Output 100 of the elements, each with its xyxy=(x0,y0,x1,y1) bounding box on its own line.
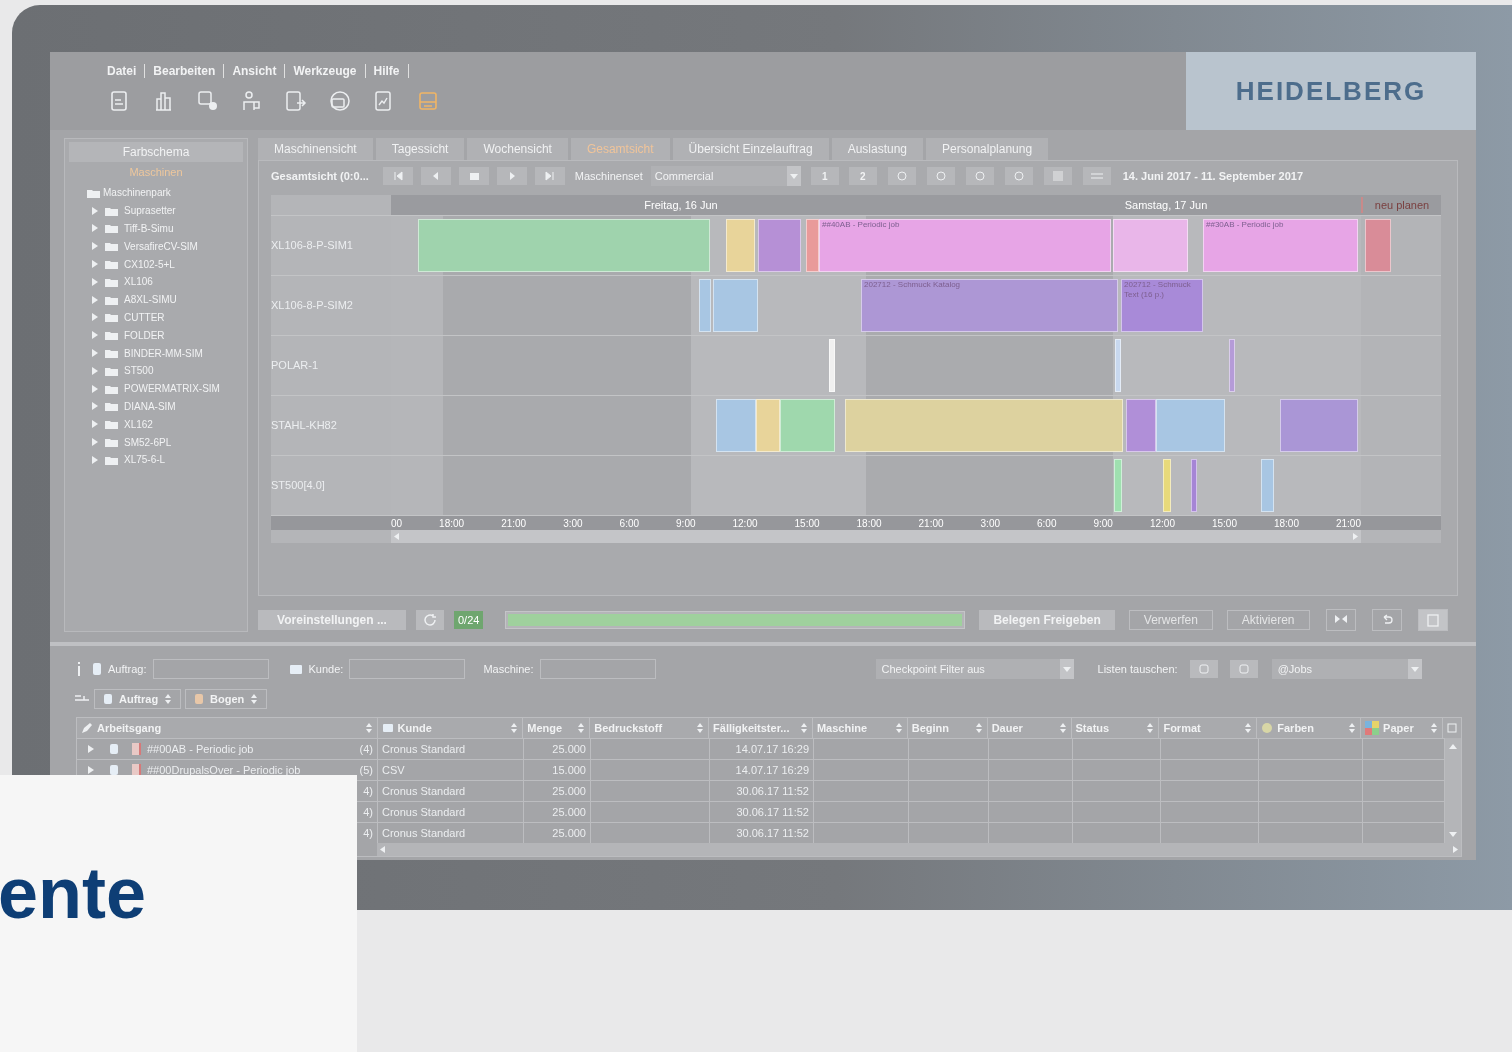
collapsed-icon[interactable] xyxy=(91,295,99,304)
tab[interactable]: Übersicht Einzelauftrag xyxy=(672,138,829,160)
nav-button[interactable] xyxy=(496,167,527,185)
tree-item[interactable]: Maschinenpark xyxy=(103,185,171,201)
column-header[interactable]: Paper xyxy=(1361,718,1443,738)
job-bar[interactable] xyxy=(1280,399,1358,452)
column-header[interactable]: Kunde xyxy=(377,718,524,738)
tree-item[interactable]: SM52-6PL xyxy=(124,434,172,450)
nav-button[interactable] xyxy=(420,167,451,185)
collapsed-icon[interactable] xyxy=(91,313,99,322)
job-bar[interactable] xyxy=(1191,459,1197,512)
collapsed-icon[interactable] xyxy=(91,455,99,464)
tree-item[interactable]: Suprasetter xyxy=(124,203,176,219)
job-bar[interactable] xyxy=(699,279,711,332)
person-icon[interactable] xyxy=(241,90,263,112)
menu-item[interactable]: Bearbeiten xyxy=(145,62,224,80)
tree-item[interactable]: POWERMATRIX-SIM xyxy=(124,381,220,397)
menu-item[interactable]: Hilfe xyxy=(365,62,408,80)
job-bar[interactable] xyxy=(713,279,758,332)
job-bar[interactable] xyxy=(1126,399,1156,452)
job-bar[interactable] xyxy=(418,219,710,272)
nav-button[interactable] xyxy=(534,167,565,185)
tree-item[interactable]: XL162 xyxy=(124,416,153,432)
tree-item[interactable]: DIANA-SIM xyxy=(124,398,176,414)
settings-button[interactable]: Voreinstellungen ... xyxy=(258,610,406,630)
checkpoint-dropdown[interactable]: Checkpoint Filter aus xyxy=(875,659,1074,679)
swap-button[interactable] xyxy=(1229,660,1258,678)
job-bar[interactable] xyxy=(758,219,801,272)
collapsed-icon[interactable] xyxy=(91,224,99,233)
collapsed-icon[interactable] xyxy=(91,242,99,251)
machine-field[interactable] xyxy=(539,659,656,679)
tree-item[interactable]: CX102-5+L xyxy=(124,256,175,272)
collapsed-icon[interactable] xyxy=(91,331,99,340)
tab[interactable]: Personalplanung xyxy=(926,138,1049,160)
toolbar-button[interactable] xyxy=(926,167,955,185)
job-bar[interactable] xyxy=(1261,459,1274,512)
tab[interactable]: Wochensicht xyxy=(467,138,568,160)
toolbar-button[interactable] xyxy=(1043,167,1072,185)
job-bar[interactable] xyxy=(716,399,756,452)
tab[interactable]: Auslastung xyxy=(831,138,924,160)
grouping-selector[interactable]: Bogen xyxy=(185,689,268,709)
column-header[interactable]: Format xyxy=(1159,718,1258,738)
tree-item[interactable]: A8XL-SIMU xyxy=(124,292,177,308)
job-bar[interactable] xyxy=(829,339,835,392)
toolbar-button[interactable] xyxy=(887,167,916,185)
toolbar-button[interactable] xyxy=(1004,167,1033,185)
tree-item[interactable]: FOLDER xyxy=(124,327,165,343)
column-header[interactable]: Maschine xyxy=(812,718,908,738)
menu-item[interactable]: Werkzeuge xyxy=(285,62,365,80)
page-button[interactable]: 1 xyxy=(810,167,839,185)
job-bar[interactable] xyxy=(806,219,819,272)
expand-icon[interactable] xyxy=(87,765,95,775)
collapsed-icon[interactable] xyxy=(91,384,99,393)
job-bar[interactable] xyxy=(1229,339,1235,392)
expand-icon[interactable] xyxy=(87,744,95,754)
job-bar[interactable] xyxy=(756,399,780,452)
column-header[interactable]: Dauer xyxy=(987,718,1072,738)
column-header[interactable]: Fälligkeitster... xyxy=(709,718,813,738)
nav-button[interactable] xyxy=(382,167,413,185)
job-bar[interactable]: ##30AB - Periodic job xyxy=(1203,219,1358,272)
tree-item[interactable]: ST500 xyxy=(124,363,154,379)
column-header[interactable]: Arbeitsgang xyxy=(77,718,378,738)
tree-item[interactable]: BINDER-MM-SIM xyxy=(124,345,203,361)
order-field[interactable] xyxy=(152,659,269,679)
job-bar[interactable]: ##40AB - Periodic job xyxy=(819,219,1111,272)
job-bar[interactable] xyxy=(845,399,1123,452)
job-bar[interactable] xyxy=(780,399,835,452)
collapsed-icon[interactable] xyxy=(91,438,99,447)
vertical-scrollbar[interactable] xyxy=(1445,738,1461,843)
job-bar[interactable] xyxy=(1114,459,1122,512)
icon-button[interactable] xyxy=(1417,609,1448,631)
toolbar-button[interactable] xyxy=(1082,167,1111,185)
collapsed-icon[interactable] xyxy=(91,420,99,429)
collapsed-icon[interactable] xyxy=(91,260,99,269)
collapsed-icon[interactable] xyxy=(91,206,99,215)
grouping-selector[interactable]: Auftrag xyxy=(94,689,182,709)
collapsed-icon[interactable] xyxy=(91,277,99,286)
tab[interactable]: Tagessicht xyxy=(375,138,465,160)
collapsed-icon[interactable] xyxy=(91,349,99,358)
job-bar[interactable] xyxy=(1115,339,1121,392)
icon-button[interactable] xyxy=(1325,609,1356,631)
job-bar[interactable] xyxy=(1156,399,1225,452)
column-header[interactable]: Farben xyxy=(1257,718,1362,738)
collapsed-icon[interactable] xyxy=(91,402,99,411)
toolbar-button[interactable] xyxy=(965,167,994,185)
column-header[interactable]: Beginn xyxy=(907,718,988,738)
horizontal-scrollbar[interactable] xyxy=(377,843,1461,856)
horizontal-scrollbar[interactable] xyxy=(391,530,1361,543)
tree-item[interactable]: XL75-6-L xyxy=(124,452,166,468)
column-header[interactable]: Menge xyxy=(523,718,591,738)
job-bar[interactable] xyxy=(726,219,755,272)
page-button[interactable]: 2 xyxy=(848,167,877,185)
tree-item[interactable]: Tiff-B-Simu xyxy=(124,221,174,236)
job-bar[interactable] xyxy=(1365,219,1391,272)
tab[interactable]: Maschinensicht xyxy=(258,138,373,160)
column-header[interactable]: Status xyxy=(1071,718,1160,738)
machine-set-dropdown[interactable]: Commercial xyxy=(650,166,801,186)
tree-item[interactable]: VersafireCV-SIM xyxy=(124,238,198,254)
customer-field[interactable] xyxy=(349,659,466,679)
tree-item[interactable]: CUTTER xyxy=(124,309,165,325)
